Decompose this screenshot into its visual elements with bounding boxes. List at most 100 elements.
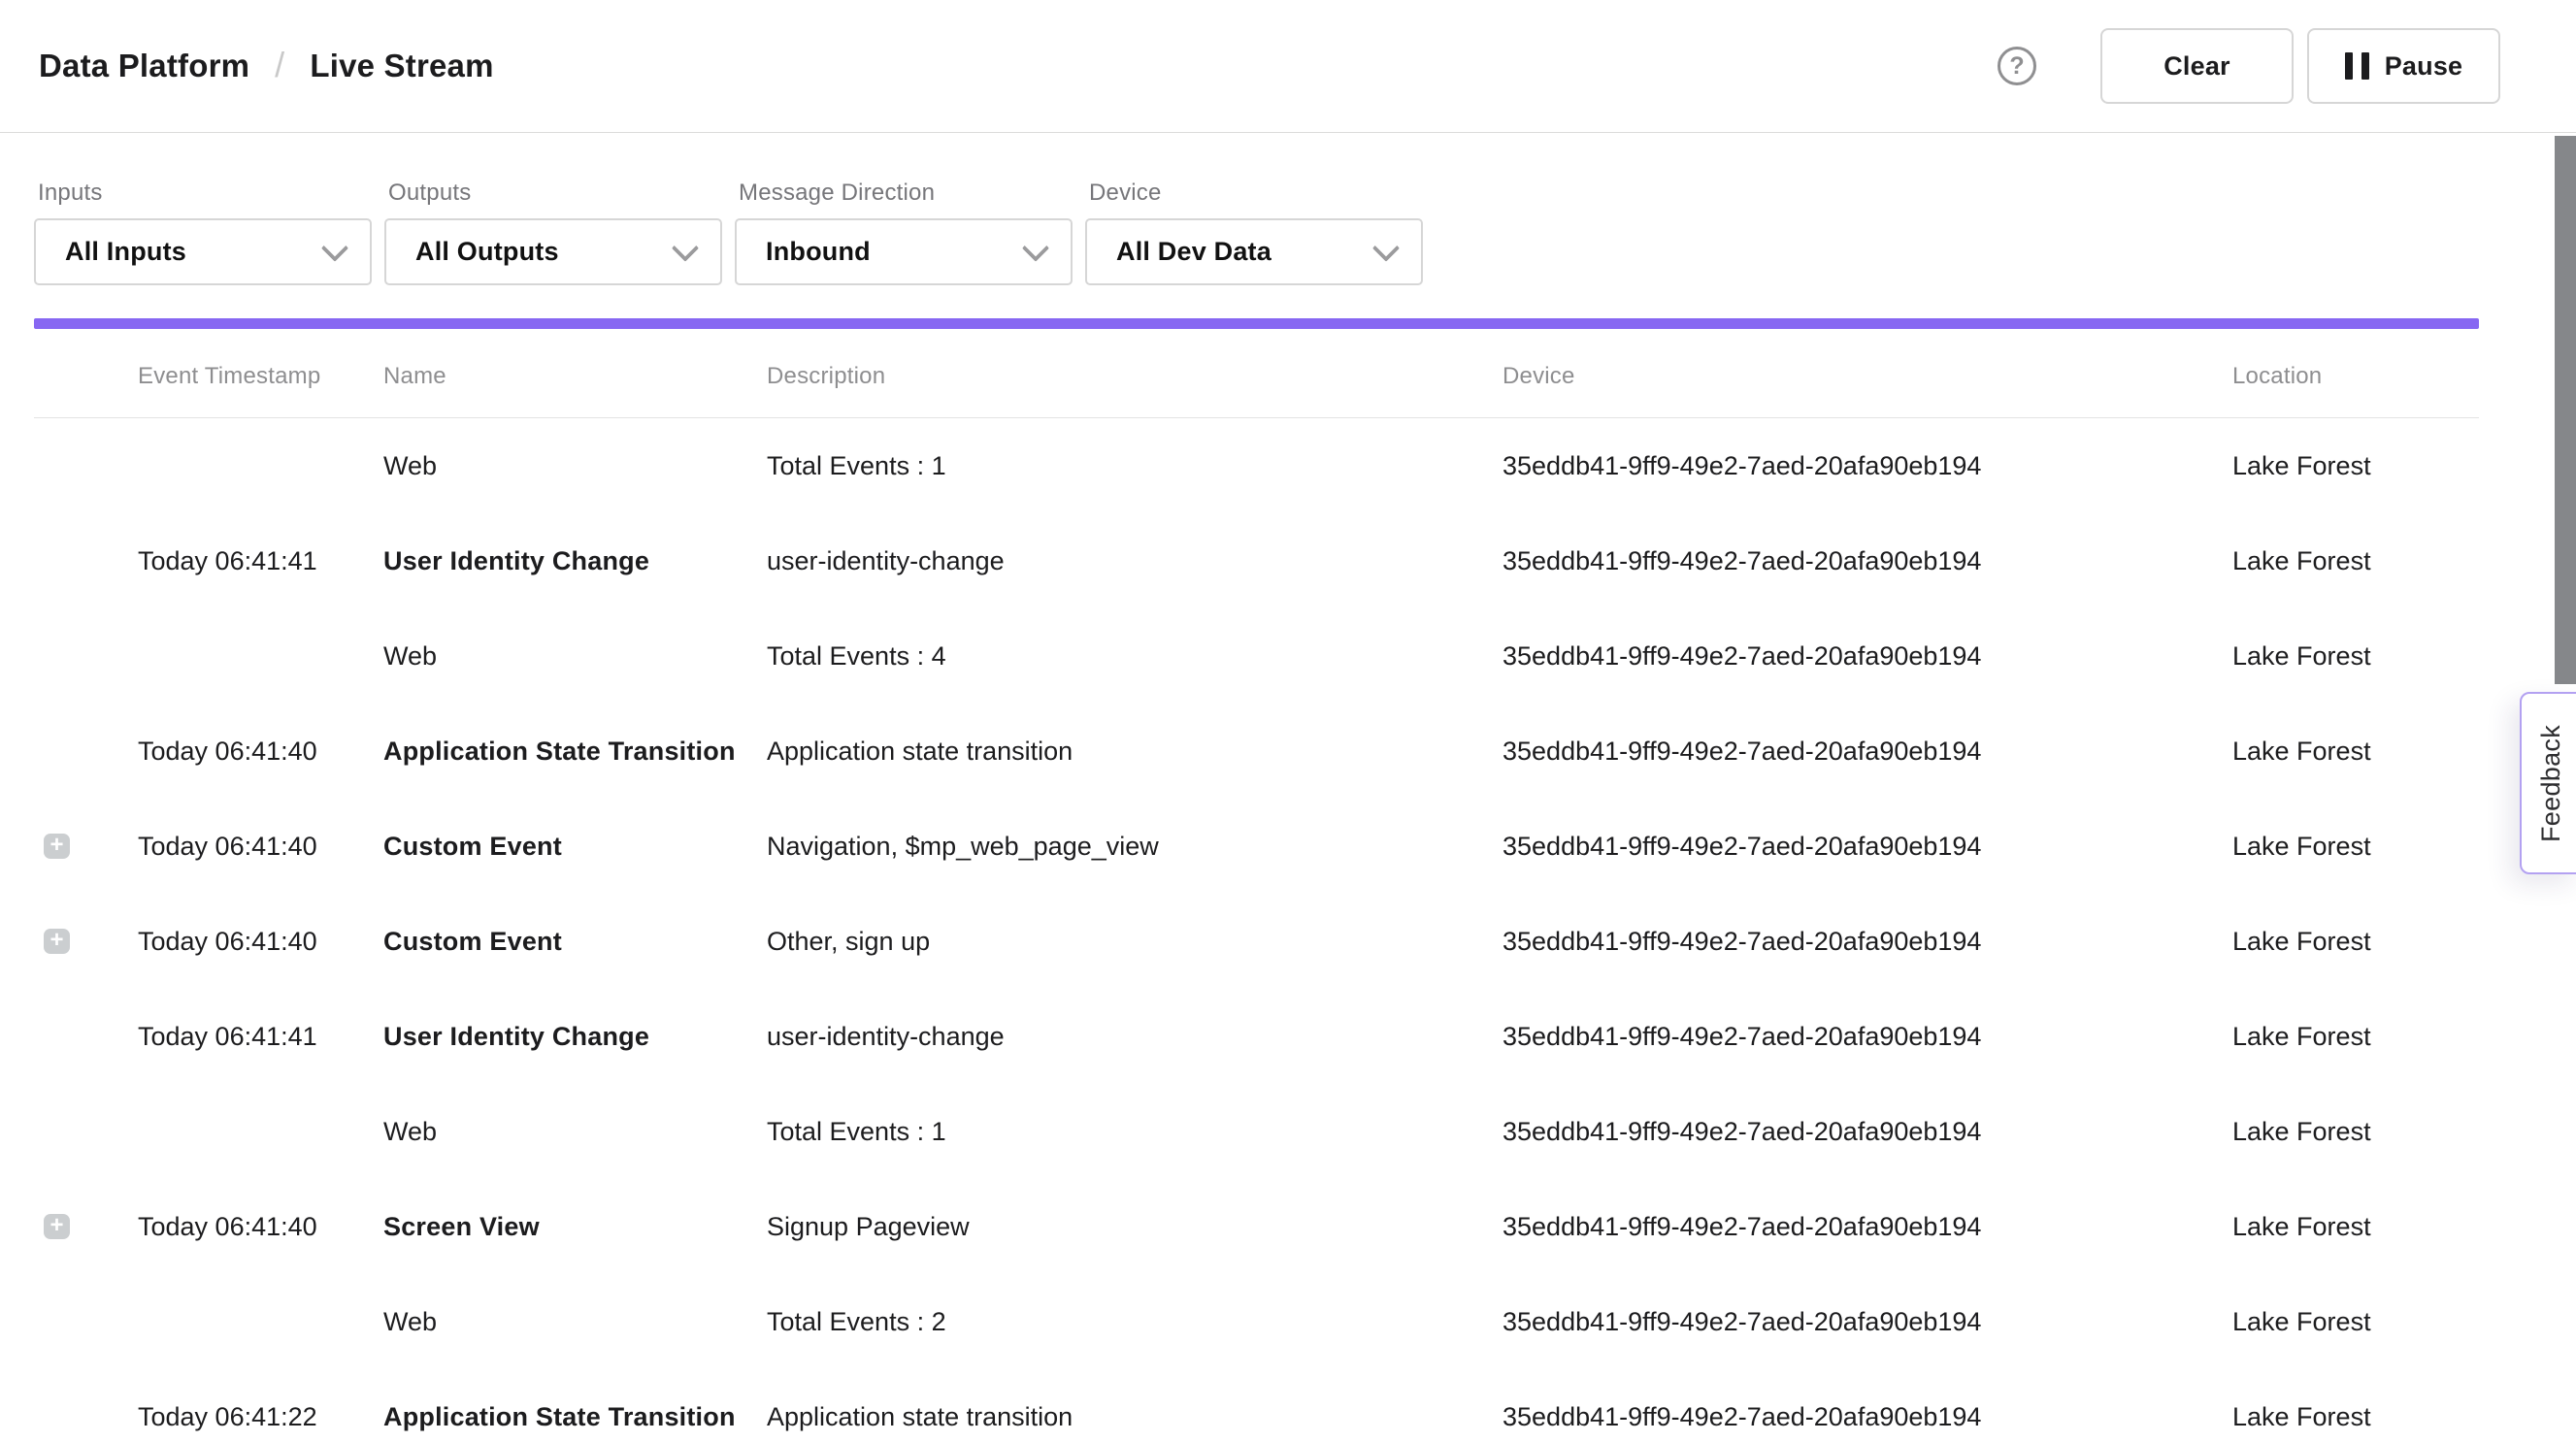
clear-button[interactable]: Clear — [2100, 28, 2294, 104]
device-dropdown-value: All Dev Data — [1116, 237, 1271, 267]
table-row[interactable]: + Web Total Events : 4 35eddb41-9ff9-49e… — [34, 608, 2479, 704]
device-id-cell: 35eddb41-9ff9-49e2-7aed-20afa90eb194 — [1503, 832, 2232, 862]
pause-icon — [2345, 52, 2369, 80]
feedback-tab[interactable]: Feedback — [2520, 692, 2576, 874]
table-row[interactable]: + Today 06:41:40 Application State Trans… — [34, 704, 2479, 799]
expand-row-button[interactable]: + — [44, 834, 70, 859]
device-id-cell: 35eddb41-9ff9-49e2-7aed-20afa90eb194 — [1503, 451, 2232, 481]
breadcrumb: Data Platform / Live Stream — [39, 46, 494, 86]
event-name-cell: Custom Event — [383, 832, 767, 862]
column-header-device: Device — [1503, 363, 2232, 390]
table-row[interactable]: + Today 06:41:40 Screen View Signup Page… — [34, 1179, 2479, 1274]
filter-group-outputs: Outputs All Outputs — [384, 180, 722, 285]
table-row[interactable]: + Today 06:41:41 User Identity Change us… — [34, 989, 2479, 1084]
plus-icon: + — [50, 929, 63, 952]
event-timestamp-cell: Today 06:41:40 — [138, 1212, 383, 1242]
event-name-cell: Custom Event — [383, 927, 767, 957]
column-header-location: Location — [2232, 363, 2479, 390]
event-name-cell: Application State Transition — [383, 1402, 767, 1432]
outputs-dropdown[interactable]: All Outputs — [384, 218, 722, 285]
device-id-cell: 35eddb41-9ff9-49e2-7aed-20afa90eb194 — [1503, 1307, 2232, 1337]
event-name-cell: Web — [383, 1117, 767, 1147]
event-description-cell: user-identity-change — [767, 546, 1503, 576]
expand-row-button[interactable]: + — [44, 929, 70, 954]
event-description-cell: Signup Pageview — [767, 1212, 1503, 1242]
event-name-cell: Screen View — [383, 1212, 767, 1242]
device-id-cell: 35eddb41-9ff9-49e2-7aed-20afa90eb194 — [1503, 1117, 2232, 1147]
chevron-down-icon — [1022, 234, 1049, 261]
device-id-cell: 35eddb41-9ff9-49e2-7aed-20afa90eb194 — [1503, 1022, 2232, 1052]
plus-icon: + — [50, 1214, 63, 1237]
device-id-cell: 35eddb41-9ff9-49e2-7aed-20afa90eb194 — [1503, 1402, 2232, 1432]
inputs-dropdown-value: All Inputs — [65, 237, 186, 267]
page-title: Live Stream — [310, 48, 493, 84]
location-cell: Lake Forest — [2232, 1022, 2479, 1052]
location-cell: Lake Forest — [2232, 451, 2479, 481]
question-mark-glyph: ? — [2009, 52, 2024, 81]
expand-row-button[interactable]: + — [44, 1214, 70, 1239]
event-timestamp-cell: Today 06:41:40 — [138, 737, 383, 767]
event-description-cell: Application state transition — [767, 737, 1503, 767]
chevron-down-icon — [1372, 234, 1400, 261]
pause-button-label: Pause — [2385, 51, 2463, 82]
breadcrumb-section[interactable]: Data Platform — [39, 48, 249, 84]
event-description-cell: Total Events : 2 — [767, 1307, 1503, 1337]
location-cell: Lake Forest — [2232, 1307, 2479, 1337]
pause-button[interactable]: Pause — [2307, 28, 2500, 104]
event-description-cell: Navigation, $mp_web_page_view — [767, 832, 1503, 862]
filter-label-device: Device — [1089, 180, 1423, 207]
event-name-cell: Application State Transition — [383, 737, 767, 767]
location-cell: Lake Forest — [2232, 1402, 2479, 1432]
filter-group-message-direction: Message Direction Inbound — [735, 180, 1073, 285]
live-stream-accent-bar — [34, 318, 2479, 329]
event-timestamp-cell: Today 06:41:22 — [138, 1402, 383, 1432]
column-header-event-timestamp: Event Timestamp — [138, 363, 383, 390]
device-id-cell: 35eddb41-9ff9-49e2-7aed-20afa90eb194 — [1503, 737, 2232, 767]
filter-bar: Inputs All Inputs Outputs All Outputs Me… — [34, 180, 2576, 285]
event-description-cell: user-identity-change — [767, 1022, 1503, 1052]
location-cell: Lake Forest — [2232, 832, 2479, 862]
column-header-name: Name — [383, 363, 767, 390]
table-row[interactable]: + Web Total Events : 1 35eddb41-9ff9-49e… — [34, 1084, 2479, 1179]
filter-label-message-direction: Message Direction — [739, 180, 1073, 207]
event-description-cell: Other, sign up — [767, 927, 1503, 957]
device-id-cell: 35eddb41-9ff9-49e2-7aed-20afa90eb194 — [1503, 1212, 2232, 1242]
event-timestamp-cell: Today 06:41:40 — [138, 927, 383, 957]
inputs-dropdown[interactable]: All Inputs — [34, 218, 372, 285]
expand-cell: + — [34, 1214, 138, 1239]
device-id-cell: 35eddb41-9ff9-49e2-7aed-20afa90eb194 — [1503, 927, 2232, 957]
plus-icon: + — [50, 834, 63, 857]
event-name-cell: User Identity Change — [383, 546, 767, 576]
device-id-cell: 35eddb41-9ff9-49e2-7aed-20afa90eb194 — [1503, 546, 2232, 576]
breadcrumb-separator: / — [275, 45, 284, 85]
expand-cell: + — [34, 929, 138, 954]
event-timestamp-cell: Today 06:41:41 — [138, 1022, 383, 1052]
table-row[interactable]: + Today 06:41:40 Custom Event Other, sig… — [34, 894, 2479, 989]
help-icon[interactable]: ? — [1998, 47, 2036, 85]
device-dropdown[interactable]: All Dev Data — [1085, 218, 1423, 285]
table-row[interactable]: + Web Total Events : 1 35eddb41-9ff9-49e… — [34, 418, 2479, 513]
location-cell: Lake Forest — [2232, 927, 2479, 957]
location-cell: Lake Forest — [2232, 546, 2479, 576]
live-stream-table: Event Timestamp Name Description Device … — [34, 329, 2479, 1442]
event-description-cell: Application state transition — [767, 1402, 1503, 1432]
event-name-cell: Web — [383, 641, 767, 672]
outputs-dropdown-value: All Outputs — [415, 237, 559, 267]
event-description-cell: Total Events : 1 — [767, 451, 1503, 481]
vertical-scrollbar-thumb[interactable] — [2555, 136, 2576, 684]
table-row[interactable]: + Today 06:41:22 Application State Trans… — [34, 1369, 2479, 1442]
message-direction-dropdown-value: Inbound — [766, 237, 871, 267]
event-name-cell: Web — [383, 1307, 767, 1337]
event-name-cell: Web — [383, 451, 767, 481]
table-row[interactable]: + Web Total Events : 2 35eddb41-9ff9-49e… — [34, 1274, 2479, 1369]
filter-group-device: Device All Dev Data — [1085, 180, 1423, 285]
event-name-cell: User Identity Change — [383, 1022, 767, 1052]
table-row[interactable]: + Today 06:41:40 Custom Event Navigation… — [34, 799, 2479, 894]
table-header-row: Event Timestamp Name Description Device … — [34, 329, 2479, 418]
feedback-tab-label: Feedback — [2536, 725, 2566, 842]
filter-label-inputs: Inputs — [38, 180, 372, 207]
event-description-cell: Total Events : 4 — [767, 641, 1503, 672]
message-direction-dropdown[interactable]: Inbound — [735, 218, 1073, 285]
app-header: Data Platform / Live Stream ? Clear Paus… — [0, 0, 2576, 133]
table-row[interactable]: + Today 06:41:41 User Identity Change us… — [34, 513, 2479, 608]
